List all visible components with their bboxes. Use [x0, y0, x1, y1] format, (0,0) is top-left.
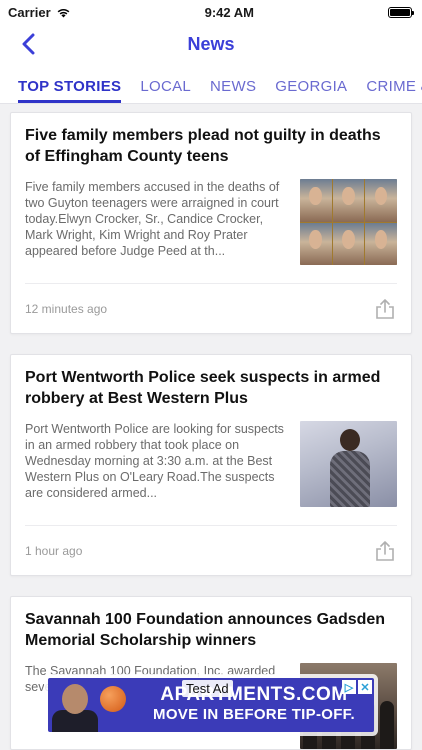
wifi-icon	[56, 7, 71, 18]
article-body: Five family members accused in the death…	[25, 179, 397, 265]
ad-text: APARTMENTS.COM MOVE IN BEFORE TIP-OFF.	[134, 685, 374, 725]
tab-local[interactable]: LOCAL	[140, 78, 191, 103]
battery-icon	[387, 6, 414, 18]
ad-label: Test Ad	[182, 680, 233, 697]
ad-choices[interactable]: ▷ ✕	[342, 680, 372, 694]
clock: 9:42 AM	[204, 4, 254, 20]
share-icon	[376, 540, 394, 561]
article-timestamp: 12 minutes ago	[25, 301, 108, 316]
ad-info-icon[interactable]: ▷	[342, 680, 356, 694]
article-title[interactable]: Five family members plead not guilty in …	[25, 125, 397, 167]
carrier-label: Carrier	[8, 4, 51, 20]
article-footer: 1 hour ago	[25, 525, 397, 575]
news-feed: Five family members plead not guilty in …	[0, 104, 422, 750]
page-title: News	[187, 33, 235, 54]
article-title[interactable]: Port Wentworth Police seek suspects in a…	[25, 367, 397, 409]
tab-top-stories[interactable]: TOP STORIES	[18, 78, 122, 103]
chevron-left-icon	[22, 33, 35, 55]
article-thumbnail[interactable]	[300, 421, 397, 507]
tab-georgia[interactable]: GEORGIA	[275, 78, 347, 103]
article-card[interactable]: Five family members plead not guilty in …	[10, 112, 412, 334]
share-button[interactable]	[373, 297, 397, 321]
share-icon	[376, 298, 394, 319]
status-left: Carrier	[8, 5, 71, 20]
article-card[interactable]: Port Wentworth Police seek suspects in a…	[10, 354, 412, 576]
basketball-icon	[100, 686, 126, 712]
nav-bar: News	[0, 24, 422, 64]
article-summary: Five family members accused in the death…	[25, 180, 280, 258]
ad-headline: APARTMENTS.COM	[160, 684, 348, 705]
share-button[interactable]	[373, 539, 397, 563]
ad-tagline: MOVE IN BEFORE TIP-OFF.	[153, 706, 355, 723]
article-thumbnail[interactable]	[300, 179, 397, 265]
tab-crime-safety[interactable]: CRIME & SAFETY	[366, 78, 422, 103]
status-bar: Carrier 9:42 AM	[0, 0, 422, 24]
article-title[interactable]: Savannah 100 Foundation announces Gadsde…	[25, 609, 397, 651]
mugshots-image	[300, 179, 397, 265]
article-body: Port Wentworth Police are looking for su…	[25, 421, 397, 507]
article-footer: 12 minutes ago	[25, 283, 397, 333]
category-tabs: TOP STORIES LOCAL NEWS GEORGIA CRIME & S…	[0, 64, 422, 104]
back-button[interactable]	[14, 30, 42, 58]
ad-image	[48, 678, 134, 732]
ad-close-icon[interactable]: ✕	[358, 680, 372, 694]
tab-news[interactable]: NEWS	[210, 78, 256, 103]
article-summary: Port Wentworth Police are looking for su…	[25, 422, 284, 500]
article-timestamp: 1 hour ago	[25, 543, 83, 558]
suspect-image	[330, 429, 370, 507]
